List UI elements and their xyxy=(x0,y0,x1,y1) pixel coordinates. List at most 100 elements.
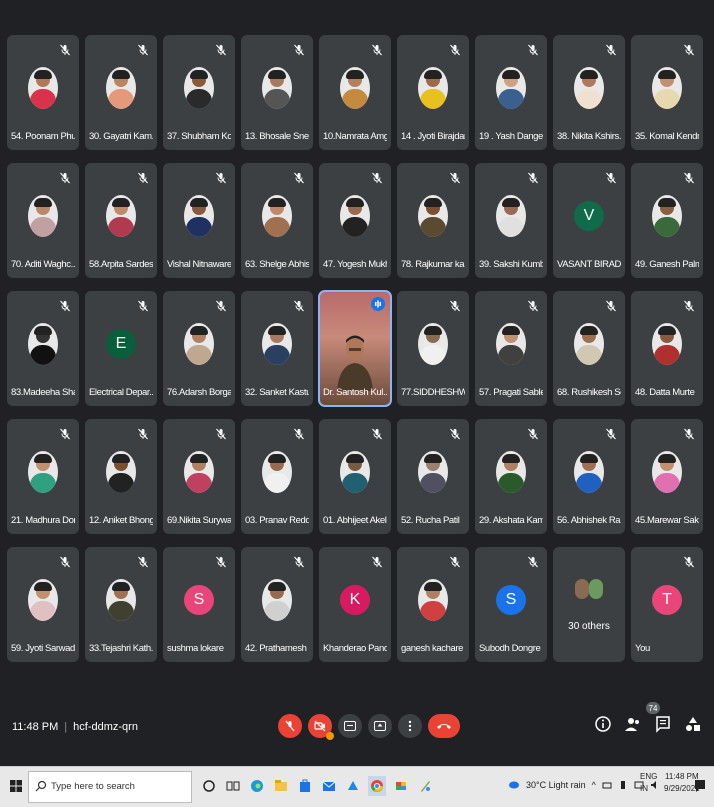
side-panel-icons xyxy=(594,715,702,733)
participant-tile[interactable]: 12. Aniket Bhong xyxy=(85,419,157,534)
participant-tile[interactable]: 69.Nikita Surywa... xyxy=(163,419,235,534)
mic-off-button[interactable] xyxy=(278,714,302,738)
participant-name: 56. Abhishek Ra... xyxy=(557,515,621,526)
participant-tile[interactable]: K Khanderao Pand... xyxy=(319,547,391,662)
mic-muted-icon xyxy=(527,43,539,56)
participant-tile[interactable]: 39. Sakshi Kumb... xyxy=(475,163,547,278)
participant-tile[interactable]: 83.Madeeha Sha... xyxy=(7,291,79,406)
participant-tile[interactable]: Dr. Santosh Kul... xyxy=(318,290,392,407)
avatar xyxy=(28,579,58,621)
task-view-icon[interactable] xyxy=(224,776,242,796)
participant-tile[interactable]: 35. Komal Kendre xyxy=(631,35,703,150)
mic-muted-icon xyxy=(683,43,695,56)
cortana-icon[interactable] xyxy=(200,776,218,796)
participant-tile[interactable]: 48. Datta Murte xyxy=(631,291,703,406)
captions-button[interactable] xyxy=(338,714,362,738)
leave-call-button[interactable] xyxy=(428,714,460,738)
participant-tile[interactable]: T You xyxy=(631,547,703,662)
participant-tile[interactable]: 54. Poonam Phul... xyxy=(7,35,79,150)
participant-tile[interactable]: 57. Pragati Sable xyxy=(475,291,547,406)
people-count-badge: 74 xyxy=(646,702,660,714)
participant-tile[interactable]: 52. Rucha Patil xyxy=(397,419,469,534)
participant-tile[interactable]: 63. Shelge Abhis... xyxy=(241,163,313,278)
taskbar-search-box[interactable]: Type here to search xyxy=(28,771,192,803)
meeting-details-button[interactable] xyxy=(594,715,612,733)
participant-tile[interactable]: Ssushma lokare xyxy=(163,547,235,662)
participant-tile[interactable]: 77.SIDDHESHWA... xyxy=(397,291,469,406)
chrome-icon[interactable] xyxy=(368,776,386,796)
participant-tile[interactable]: 70. Aditi Waghc... xyxy=(7,163,79,278)
participant-tile[interactable]: 47. Yogesh Mukh... xyxy=(319,163,391,278)
avatar xyxy=(418,451,448,493)
weather-icon xyxy=(509,781,519,789)
notification-icon[interactable] xyxy=(694,779,706,793)
avatar xyxy=(106,579,136,621)
participant-tile[interactable]: 30. Gayatri Kam... xyxy=(85,35,157,150)
camera-off-button[interactable] xyxy=(308,714,334,740)
windows-start-icon[interactable] xyxy=(10,780,22,792)
participant-tile[interactable]: 76.Adarsh Borga... xyxy=(163,291,235,406)
region-code: IN xyxy=(640,784,648,793)
participant-tile[interactable]: S Subodh Dongre xyxy=(475,547,547,662)
participant-tile[interactable]: 13. Bhosale Snehal xyxy=(241,35,313,150)
avatar xyxy=(262,323,292,365)
participant-tile[interactable]: 42. Prathamesh ... xyxy=(241,547,313,662)
avatar xyxy=(418,195,448,237)
app-icon-colorful[interactable] xyxy=(392,776,410,796)
people-button[interactable] xyxy=(624,715,642,733)
tray-chevron-icon[interactable]: ^ xyxy=(592,780,596,790)
avatar xyxy=(418,579,448,621)
avatar xyxy=(262,195,292,237)
more-options-button[interactable] xyxy=(398,714,422,738)
store-icon[interactable] xyxy=(296,776,314,796)
participant-tile[interactable]: Vishal Nitnaware xyxy=(163,163,235,278)
participant-tile[interactable]: 37. Shubham Kot... xyxy=(163,35,235,150)
language-indicator[interactable]: ENG IN xyxy=(640,771,657,795)
paint-icon[interactable] xyxy=(416,776,434,796)
participant-tile[interactable]: 58.Arpita Sardes... xyxy=(85,163,157,278)
participant-tile[interactable]: 32. Sanket Kastu... xyxy=(241,291,313,406)
participant-name: sushma lokare xyxy=(167,643,224,654)
network-icon[interactable] xyxy=(602,780,612,790)
participant-tile[interactable]: V VASANT BIRADAR xyxy=(553,163,625,278)
mic-muted-icon xyxy=(371,427,383,440)
participant-tile[interactable]: 59. Jyoti Sarwade xyxy=(7,547,79,662)
participant-tile[interactable]: E Electrical Depar... xyxy=(85,291,157,406)
system-tray: 30°C Light rain ^ xyxy=(508,780,660,790)
avatar xyxy=(652,67,682,109)
present-button[interactable] xyxy=(368,714,392,738)
participant-tile[interactable]: 14 . Jyoti Birajdar xyxy=(397,35,469,150)
activities-button[interactable] xyxy=(684,715,702,733)
participant-tile[interactable]: 68. Rushikesh So... xyxy=(553,291,625,406)
participant-tile[interactable]: 03. Pranav Reddy xyxy=(241,419,313,534)
participant-tile[interactable]: 49. Ganesh Palm... xyxy=(631,163,703,278)
avatar xyxy=(184,323,214,365)
participant-tile[interactable]: 21. Madhura Don... xyxy=(7,419,79,534)
participant-name: 19 . Yash Dange xyxy=(479,131,543,142)
edge-icon[interactable] xyxy=(248,776,266,796)
mail-icon[interactable] xyxy=(320,776,338,796)
photos-icon[interactable] xyxy=(344,776,362,796)
video-feed xyxy=(335,331,375,391)
participant-tile[interactable]: 56. Abhishek Ra... xyxy=(553,419,625,534)
speaking-indicator-icon xyxy=(371,297,385,311)
camera-off-icon xyxy=(314,720,326,732)
participant-tile[interactable]: 30 others xyxy=(553,547,625,662)
usb-icon[interactable] xyxy=(618,780,628,790)
participant-tile[interactable]: 10.Namrata Amge xyxy=(319,35,391,150)
participant-tile[interactable]: 01. Abhijeet Akele xyxy=(319,419,391,534)
participant-tile[interactable]: 45.Marewar Sak... xyxy=(631,419,703,534)
participant-tile[interactable]: 78. Rajkumar ka... xyxy=(397,163,469,278)
participant-tile[interactable]: 29. Akshata Kam... xyxy=(475,419,547,534)
avatar xyxy=(574,323,604,365)
mic-muted-icon xyxy=(59,299,71,312)
participant-tile[interactable]: 38. Nikita Kshirs... xyxy=(553,35,625,150)
participant-name: 57. Pragati Sable xyxy=(479,387,543,398)
participant-tile[interactable]: 33.Tejashri Kath... xyxy=(85,547,157,662)
participant-tile[interactable]: ganesh kachare xyxy=(397,547,469,662)
file-explorer-icon[interactable] xyxy=(272,776,290,796)
chat-button[interactable] xyxy=(654,715,672,733)
participant-tile[interactable]: 19 . Yash Dange xyxy=(475,35,547,150)
info-icon xyxy=(595,716,611,732)
call-controls xyxy=(278,714,460,740)
